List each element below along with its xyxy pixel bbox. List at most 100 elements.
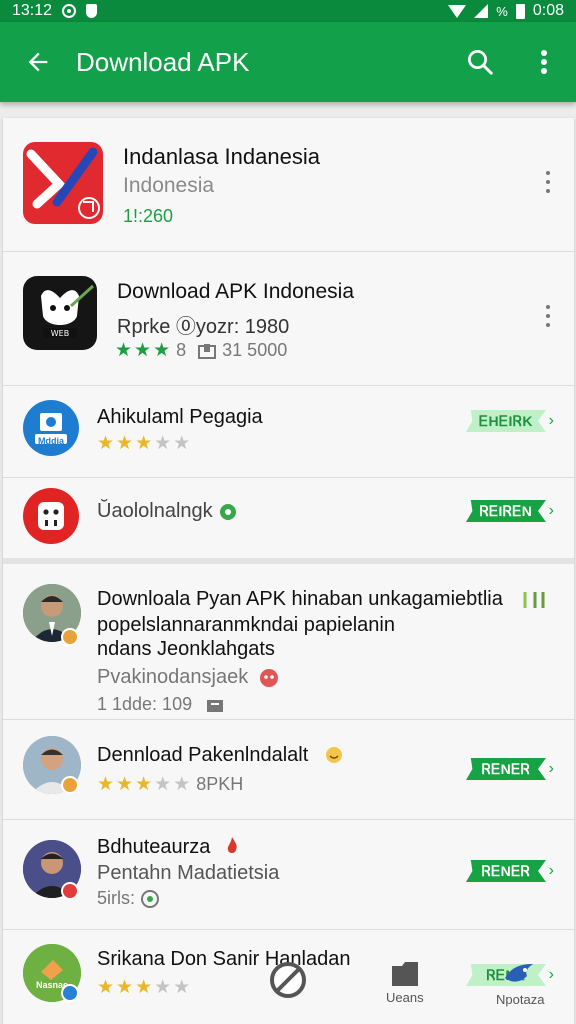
page-title: Download APK (76, 46, 250, 77)
item-title: Downloala Pyan APK hinaban unkagamiebtli… (97, 588, 503, 610)
item-title: Ahikulaml Pegagia (97, 406, 263, 428)
arrow-back-icon (28, 52, 48, 72)
download-size-icon (207, 699, 224, 712)
item-title: Ŭaololnalngk (97, 500, 213, 522)
verified-icon (141, 889, 160, 908)
item-overflow-button[interactable] (538, 302, 558, 330)
emoji-icon (326, 747, 342, 763)
nav-item-updates[interactable]: Npotaza (496, 960, 544, 1007)
svg-text:WEB: WEB (51, 329, 69, 338)
star-empty-icon: ★ (154, 774, 172, 795)
badge-icon (61, 984, 79, 1002)
signal-icon (474, 4, 489, 18)
item-title: Dennload Pakenlndalalt (97, 744, 309, 766)
search-button[interactable] (448, 22, 512, 102)
nav-label: Ueans (386, 990, 424, 1005)
status-bar: 13:12 % 0:08 (0, 0, 576, 22)
list-item[interactable]: Dennload Pakenlndalalt ★ ★ ★ ★ ★ 8PKH ᏒᎬNᎬᏒ … (3, 720, 574, 820)
item-subtitle: Indonesia (123, 174, 215, 197)
list-item[interactable]: Downloala Pyan APK hinaban unkagamiebtli… (3, 570, 574, 720)
install-button[interactable]: ᏒᎬIᏒᎬN › (466, 500, 554, 522)
item-meta: 1 1dde: 109 (97, 694, 193, 714)
item-title: Download APK Indonesia (117, 280, 354, 303)
star-filled-icon: ★ (135, 433, 153, 454)
photo-app-icon: Mddia (23, 400, 79, 456)
install-button[interactable]: ᏒᎬNᎬᏒ › (466, 758, 554, 780)
item-title: Indanlasa Indanesia (123, 144, 320, 169)
chevron-right-icon: › (548, 760, 554, 777)
chevron-right-icon: › (548, 502, 554, 519)
list-item[interactable]: Bdhuteaurza Pentahn Madatietsia 5irls: Ꮢ… (3, 820, 574, 930)
star-filled-icon: ★ (153, 340, 171, 361)
rating-text: 8PKH (196, 774, 244, 794)
lamp-icon (523, 592, 545, 608)
status-time: 13:12 (12, 2, 53, 19)
badge-icon (61, 882, 79, 900)
item-title: Bdhuteaurza (97, 836, 211, 858)
install-button[interactable]: ᎬHᎬIᏒK › (466, 410, 554, 432)
robot-app-icon (23, 488, 79, 544)
list-item[interactable]: Ŭaololnalngk ᏒᎬIᏒᎬN › (3, 478, 574, 564)
wifi-icon (448, 4, 467, 18)
size-text: 31 5000 (222, 340, 288, 360)
app-list: Indanlasa Indanesia Indonesia 1!:260 WEB… (3, 118, 574, 1024)
star-filled-icon: ★ (116, 977, 134, 998)
item-overflow-button[interactable] (538, 168, 558, 196)
status-clock-right: 0:08 (532, 2, 564, 19)
folder-icon (391, 962, 418, 986)
list-item[interactable]: Indanlasa Indanesia Indonesia 1!:260 (3, 118, 574, 252)
shield-icon (86, 4, 98, 18)
chevron-right-icon: › (548, 966, 554, 983)
item-meta: 1!:260 (123, 206, 174, 226)
download-size-icon (198, 343, 217, 359)
nav-label: Npotaza (496, 992, 545, 1007)
flame-icon (227, 837, 237, 853)
more-vert-icon (541, 50, 547, 74)
verified-icon (220, 504, 236, 520)
bird-icon (505, 964, 534, 982)
chevron-right-icon: › (548, 862, 554, 879)
star-filled-icon: ★ (97, 774, 115, 795)
item-subtitle: Rprke ⓪yozr: 1980 (117, 316, 290, 338)
rating-stars: ★ ★ ★ ★ ★ (97, 978, 190, 997)
list-item[interactable]: Mddia Ahikulaml Pegagia ★ ★ ★ ★ ★ ᎬHᎬIᏒK › (3, 386, 574, 478)
star-filled-icon: ★ (97, 433, 115, 454)
badge-icon (61, 628, 79, 646)
red-pen-app-icon (23, 142, 103, 224)
item-subtitle: Pvakinodansjaek (97, 666, 249, 688)
star-filled-icon: ★ (97, 977, 115, 998)
rating-text: 8 (176, 340, 187, 360)
item-subtitle: Pentahn Madatietsia (97, 862, 280, 884)
list-item[interactable]: WEB Download APK Indonesia Rprke ⓪yozr: … (3, 252, 574, 386)
star-filled-icon: ★ (135, 977, 153, 998)
star-empty-icon: ★ (154, 433, 172, 454)
search-icon (468, 50, 493, 75)
chevron-right-icon: › (548, 412, 554, 429)
star-filled-icon: ★ (134, 340, 152, 361)
item-title: Srikana Don Sanir Hanladan (97, 948, 351, 970)
install-button[interactable]: ᏒᎬNᎬᏒ › (466, 860, 554, 882)
nav-item-files[interactable]: Ueans (386, 960, 424, 1005)
alien-app-icon: WEB (23, 276, 97, 350)
battery-percent: % (496, 3, 508, 19)
block-button[interactable] (268, 960, 308, 1000)
rating-stars: ★ ★ ★ ★ ★ (97, 775, 190, 794)
star-empty-icon: ★ (154, 977, 172, 998)
record-circle-icon (62, 4, 77, 18)
star-filled-icon: ★ (116, 774, 134, 795)
star-filled-icon: ★ (115, 340, 133, 361)
star-filled-icon: ★ (116, 433, 134, 454)
item-meta: 5irls: (97, 888, 136, 908)
item-line3: ndans Jeonklahgats (97, 638, 275, 660)
icon-label: Mddia (38, 436, 64, 446)
robot-small-icon (260, 669, 278, 687)
app-bar: Download APK (0, 22, 576, 102)
more-button[interactable] (512, 22, 576, 102)
back-button[interactable] (0, 22, 76, 102)
rating-stars: ★ ★ ★ ★ ★ (97, 434, 190, 453)
block-icon (270, 962, 306, 998)
star-empty-icon: ★ (173, 433, 191, 454)
rating-stars: ★ ★ ★ (115, 341, 170, 360)
star-empty-icon: ★ (173, 774, 191, 795)
battery-icon (515, 3, 525, 19)
